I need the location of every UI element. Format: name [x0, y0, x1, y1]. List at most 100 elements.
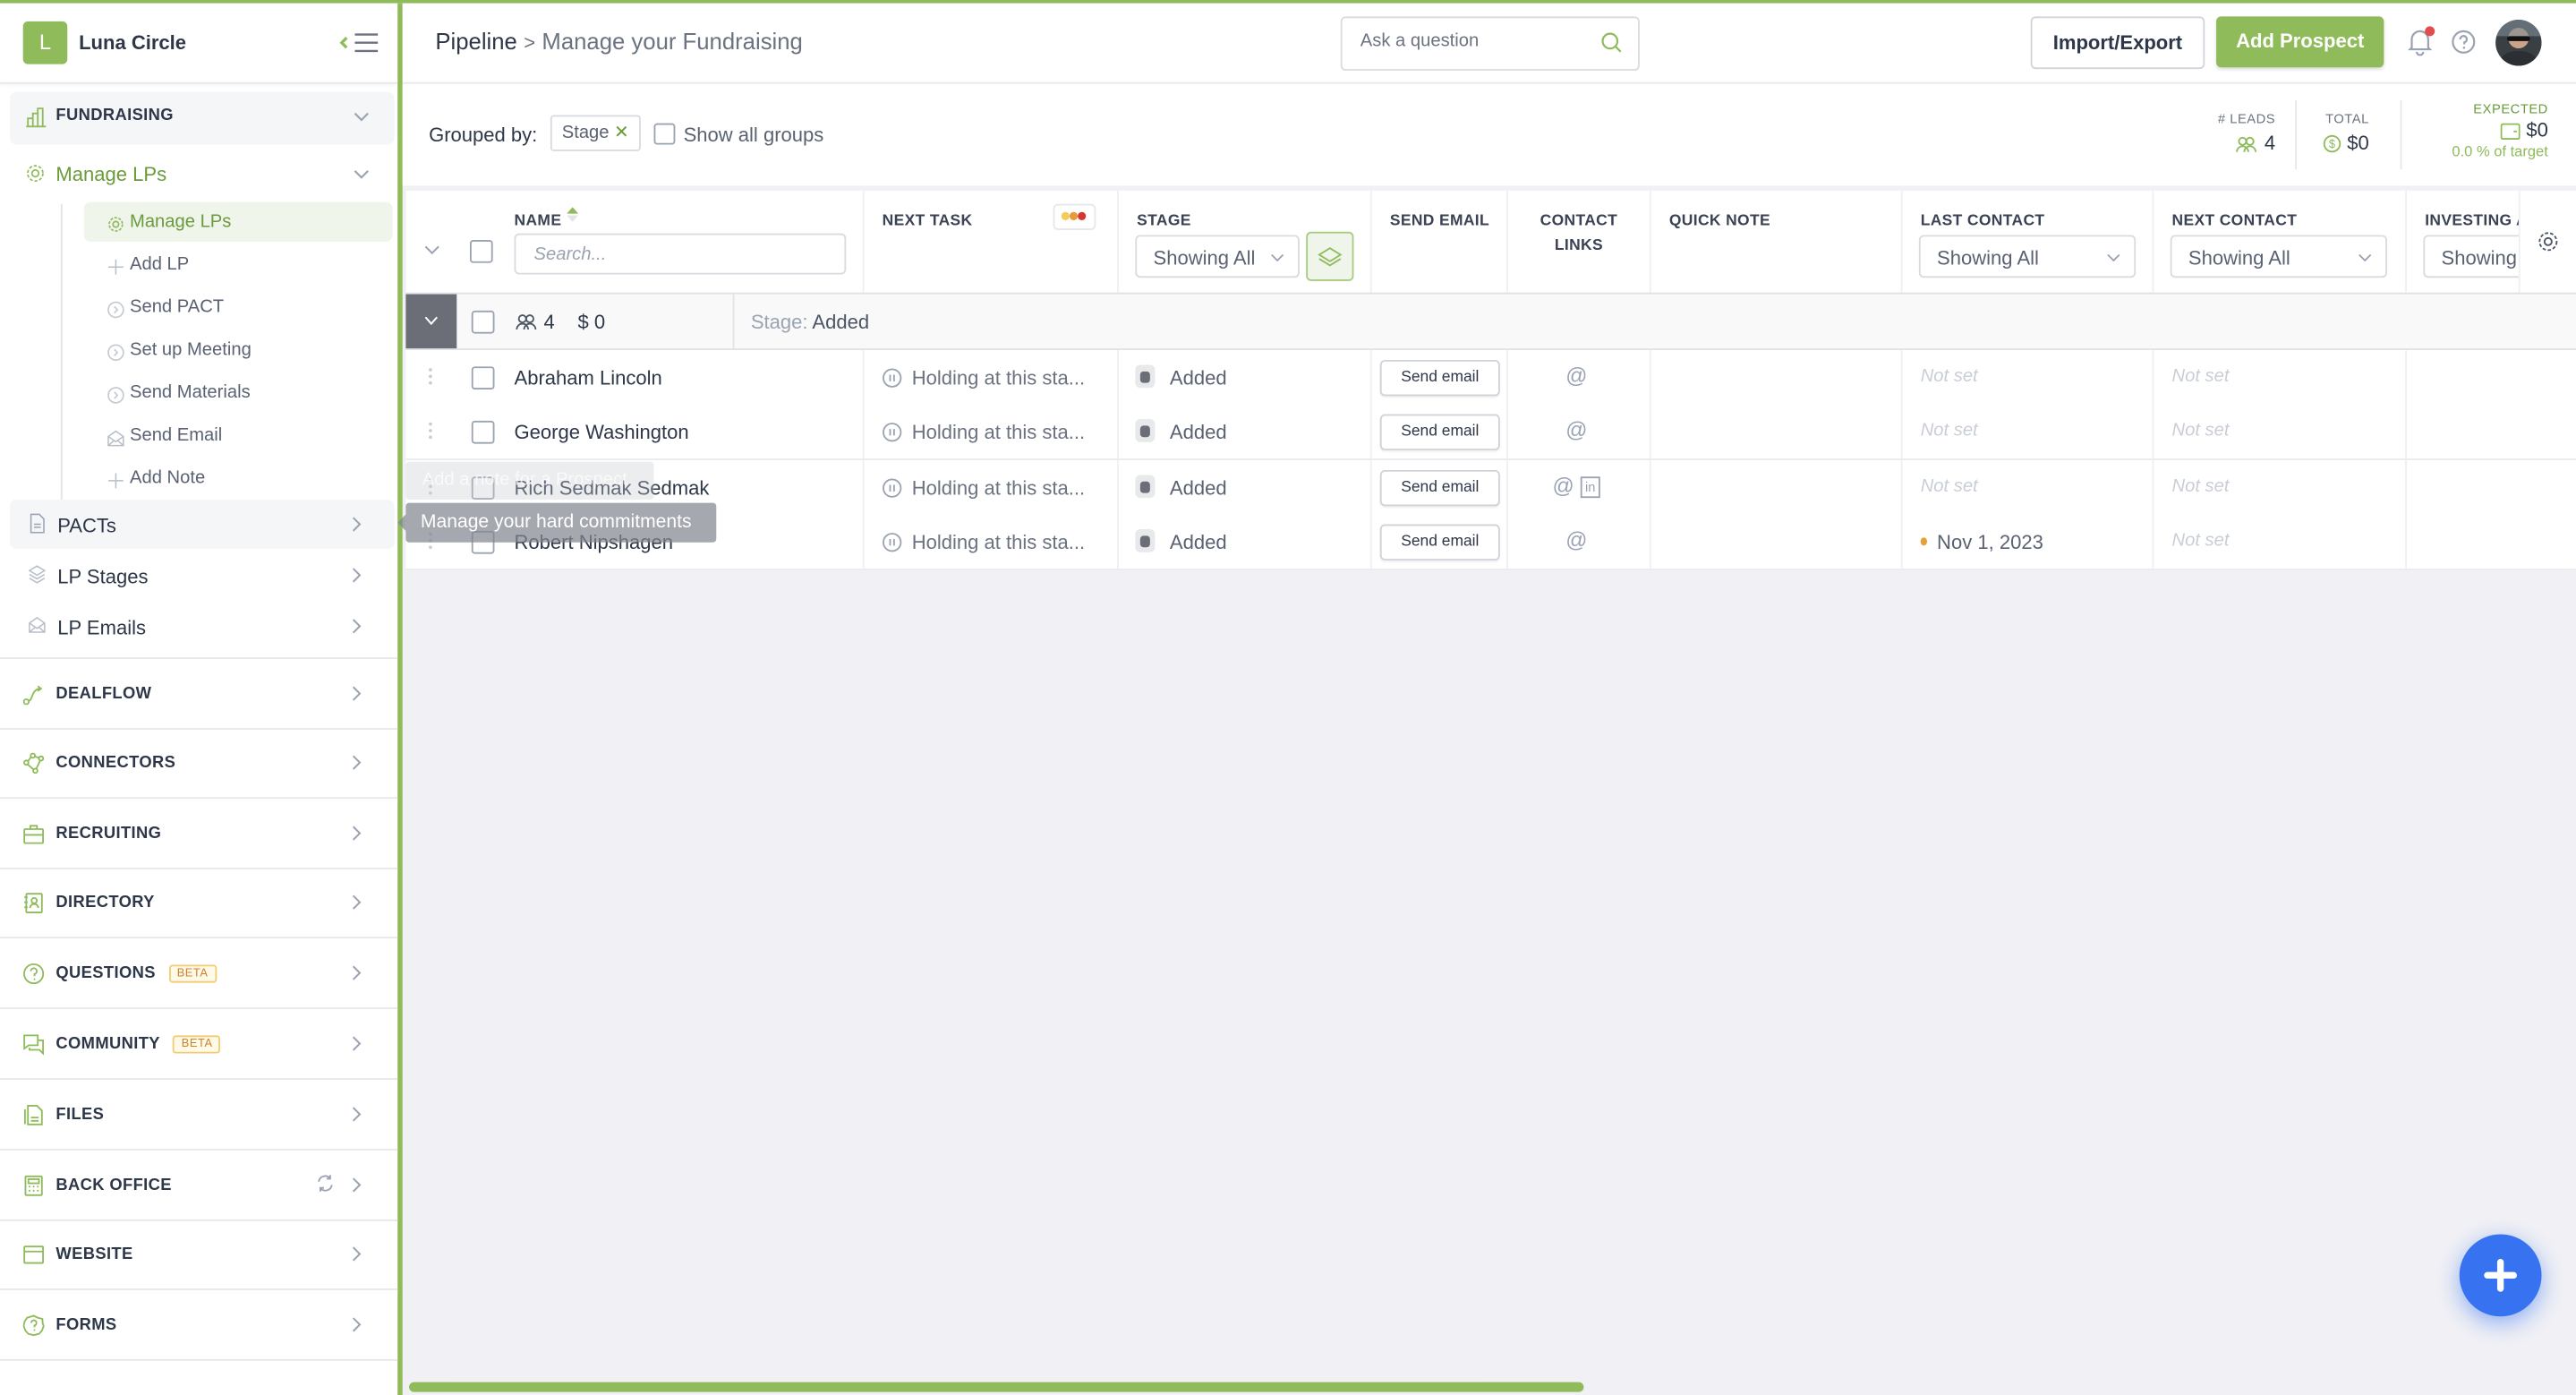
- row-checkbox[interactable]: [471, 421, 495, 445]
- table-row[interactable]: Abraham Lincoln Holding at this sta... A…: [405, 349, 2576, 407]
- stage-value[interactable]: Added: [1170, 366, 1227, 389]
- collapse-all-chevron-icon[interactable]: [424, 244, 440, 256]
- investing-filter-select[interactable]: Showing: [2423, 235, 2519, 278]
- table-row[interactable]: Rich Sedmak Sedmak Holding at this sta..…: [405, 459, 2576, 516]
- name-search-field[interactable]: [514, 233, 847, 275]
- group-select-checkbox[interactable]: [471, 310, 495, 334]
- group-collapse-button[interactable]: [405, 294, 457, 349]
- sidebar-item-lp-stages[interactable]: LP Stages: [10, 551, 395, 600]
- column-header-name[interactable]: NAME: [515, 209, 562, 234]
- scrollbar-thumb[interactable]: [409, 1382, 1584, 1392]
- email-link-icon[interactable]: @: [1565, 418, 1587, 443]
- sidebar-section-dealflow[interactable]: DEALFLOW: [0, 657, 398, 730]
- drag-handle-icon[interactable]: [429, 423, 434, 441]
- sidebar-item-send-email[interactable]: Send Email: [84, 415, 393, 455]
- sort-ascending-icon[interactable]: [567, 207, 579, 222]
- sidebar-section-files[interactable]: FILES: [0, 1080, 398, 1151]
- email-link-icon[interactable]: @: [1553, 473, 1574, 498]
- next-contact-value[interactable]: Not set: [2172, 421, 2230, 441]
- send-email-button[interactable]: Send email: [1379, 469, 1500, 506]
- name-search-input[interactable]: [530, 243, 833, 267]
- sidebar-section-directory[interactable]: DIRECTORY: [0, 869, 398, 939]
- sidebar-item-lp-emails[interactable]: LP Emails: [10, 602, 395, 651]
- stage-value[interactable]: Added: [1170, 421, 1227, 444]
- sidebar-section-recruiting[interactable]: RECRUITING: [0, 798, 398, 869]
- email-link-icon[interactable]: @: [1565, 527, 1587, 552]
- show-all-groups-checkbox[interactable]: Show all groups: [653, 123, 823, 146]
- send-email-button[interactable]: Send email: [1379, 415, 1500, 451]
- sidebar-section-website[interactable]: WEBSITE: [0, 1220, 398, 1291]
- stage-color-icon: [1135, 364, 1156, 389]
- sync-icon[interactable]: [315, 1173, 335, 1193]
- search-icon[interactable]: [1600, 31, 1624, 55]
- task-priority-filter-button[interactable]: [1053, 203, 1096, 230]
- import-export-button[interactable]: Import/Export: [2030, 16, 2205, 70]
- horizontal-scrollbar[interactable]: [409, 1381, 2545, 1394]
- send-email-button[interactable]: Send email: [1379, 524, 1500, 561]
- sidebar-item-pacts[interactable]: PACTs: [10, 499, 395, 550]
- sidebar-item-send-pact[interactable]: Send PACT: [84, 287, 393, 327]
- next-task-value[interactable]: Holding at this sta...: [883, 421, 1085, 444]
- sidebar-item-set-up-meeting[interactable]: Set up Meeting: [84, 330, 393, 370]
- notifications-button[interactable]: [2407, 26, 2435, 56]
- add-prospect-button[interactable]: Add Prospect: [2216, 16, 2384, 68]
- group-chip-stage[interactable]: Stage ✕: [550, 115, 641, 151]
- select-all-checkbox[interactable]: [469, 239, 493, 263]
- last-contact-value[interactable]: Nov 1, 2023: [1920, 531, 2043, 553]
- ask-question-input[interactable]: [1357, 30, 1594, 53]
- drag-handle-icon[interactable]: [429, 368, 434, 386]
- prospect-name[interactable]: Rich Sedmak Sedmak: [515, 476, 710, 500]
- sidebar-section-community[interactable]: COMMUNITY BETA: [0, 1009, 398, 1080]
- next-task-value[interactable]: Holding at this sta...: [883, 476, 1085, 499]
- table-row[interactable]: Robert Nipshagen Holding at this sta... …: [405, 514, 2576, 570]
- stage-color-icon: [1135, 474, 1156, 498]
- linkedin-link-icon[interactable]: in: [1580, 475, 1600, 498]
- ask-question-field[interactable]: [1340, 16, 1640, 71]
- checkbox[interactable]: [653, 123, 676, 145]
- stage-value[interactable]: Added: [1170, 476, 1227, 500]
- next-contact-value[interactable]: Not set: [2172, 476, 2230, 496]
- next-contact-value[interactable]: Not set: [2172, 531, 2230, 551]
- stage-value[interactable]: Added: [1170, 531, 1227, 554]
- stage-layers-button[interactable]: [1306, 231, 1354, 281]
- user-avatar[interactable]: [2495, 20, 2542, 66]
- stage-filter-select[interactable]: Showing All: [1135, 235, 1300, 278]
- sidebar-item-manage-lps[interactable]: Manage LPs: [83, 201, 393, 242]
- send-email-button[interactable]: Send email: [1379, 359, 1500, 397]
- sidebar-group-manage-lps[interactable]: Manage LPs: [10, 151, 395, 197]
- brand-logo[interactable]: L: [22, 21, 68, 64]
- prospect-name[interactable]: George Washington: [515, 421, 689, 444]
- sidebar-section-connectors[interactable]: CONNECTORS: [0, 728, 398, 799]
- sidebar-section-questions[interactable]: QUESTIONS BETA: [0, 938, 398, 1010]
- next-contact-value[interactable]: Not set: [2172, 366, 2230, 386]
- row-checkbox[interactable]: [471, 475, 495, 500]
- last-contact-value[interactable]: Not set: [1921, 421, 1978, 441]
- last-contact-value[interactable]: Not set: [1921, 366, 1978, 386]
- sidebar-section-back-office[interactable]: BACK OFFICE: [0, 1150, 398, 1221]
- sidebar-section-fundraising[interactable]: FUNDRAISING: [10, 91, 395, 145]
- floating-add-button[interactable]: [2459, 1234, 2542, 1317]
- sidebar-item-add-lp[interactable]: Add LP: [84, 244, 393, 284]
- email-link-icon[interactable]: @: [1565, 364, 1587, 389]
- sidebar-section-forms[interactable]: FORMS: [0, 1290, 398, 1362]
- breadcrumb-root[interactable]: Pipeline: [435, 28, 516, 54]
- workspace-name[interactable]: Luna Circle: [79, 31, 186, 55]
- column-header-contact-links: CONTACT LINKS: [1540, 211, 1618, 255]
- prospect-name[interactable]: Abraham Lincoln: [515, 366, 662, 389]
- sidebar-item-add-note[interactable]: Add Note: [84, 458, 393, 498]
- collapse-sidebar-button[interactable]: [338, 30, 381, 56]
- sidebar-item-send-materials[interactable]: Send Materials: [84, 373, 393, 413]
- gear-icon: [27, 165, 44, 183]
- select-value: Showing All: [2188, 246, 2290, 270]
- next-contact-filter-select[interactable]: Showing All: [2170, 235, 2387, 278]
- row-checkbox[interactable]: [471, 366, 495, 390]
- next-task-value[interactable]: Holding at this sta...: [883, 531, 1085, 553]
- drag-handle-icon[interactable]: [429, 477, 434, 495]
- last-contact-value[interactable]: Not set: [1921, 476, 1978, 496]
- help-button[interactable]: [2452, 30, 2477, 55]
- table-row[interactable]: George Washington Holding at this sta...…: [405, 405, 2576, 461]
- column-settings-gear-icon[interactable]: [2537, 230, 2560, 253]
- last-contact-filter-select[interactable]: Showing All: [1918, 235, 2137, 278]
- remove-group-icon[interactable]: ✕: [614, 124, 629, 143]
- next-task-value[interactable]: Holding at this sta...: [883, 366, 1085, 389]
